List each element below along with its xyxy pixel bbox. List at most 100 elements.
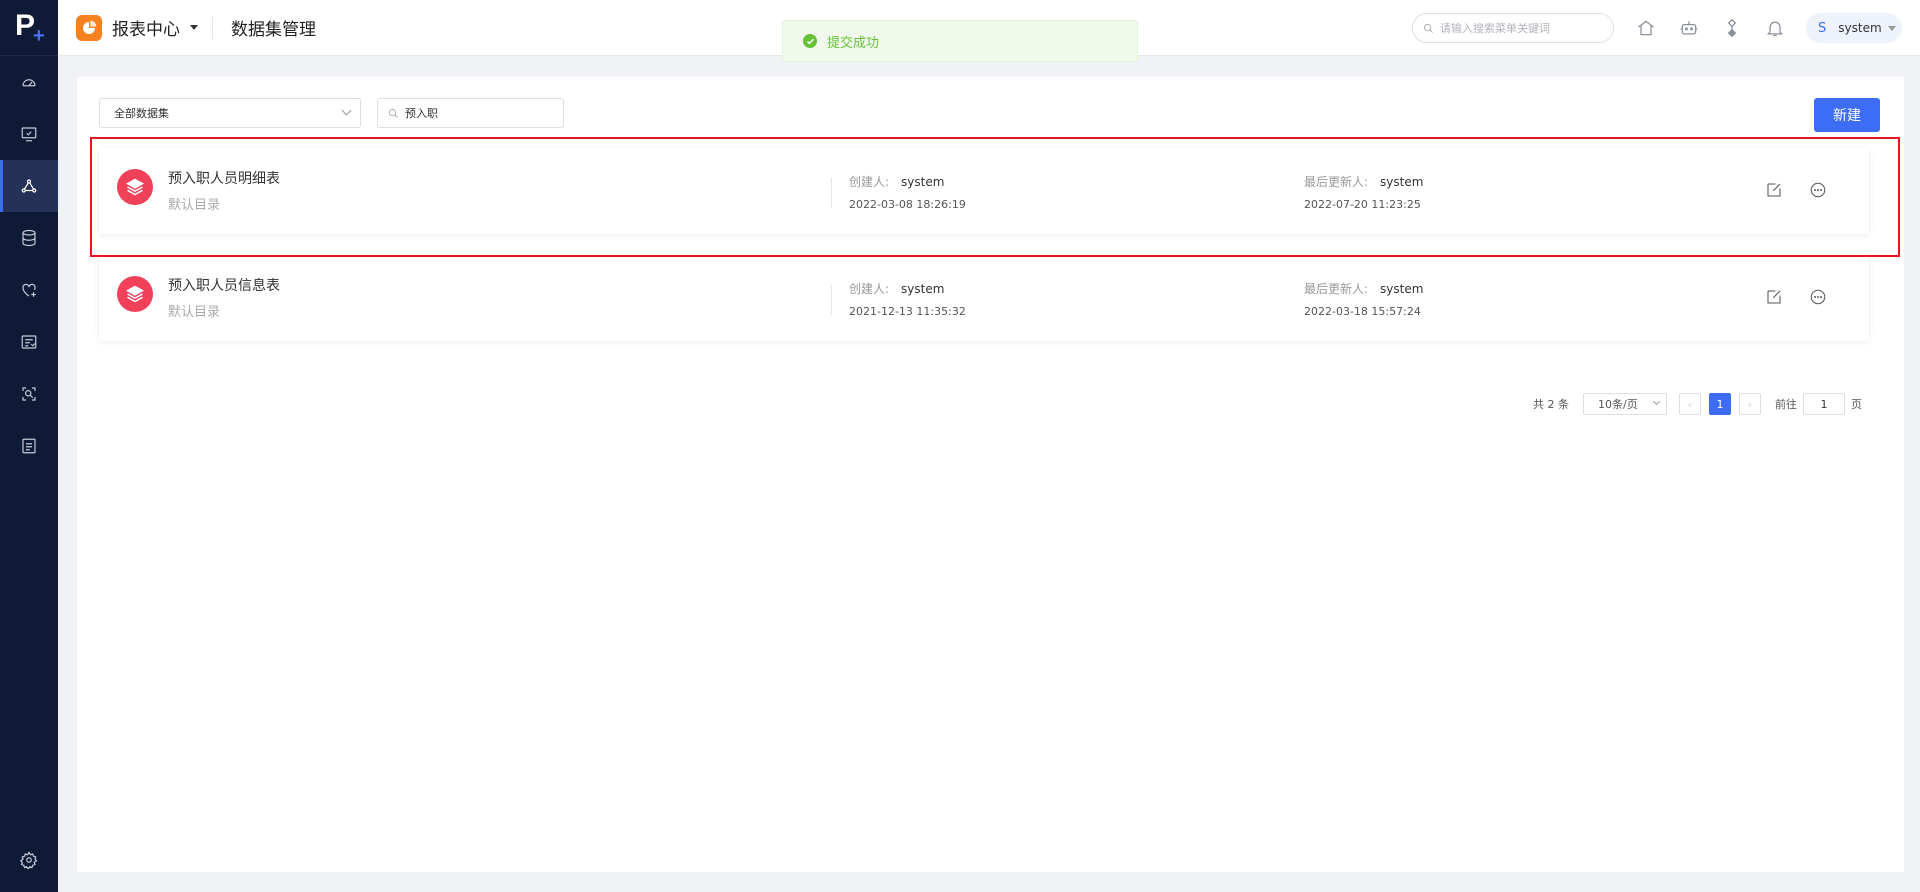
dataset-directory: 默认目录	[168, 305, 221, 320]
sidebar-item-monitor[interactable]	[0, 108, 58, 160]
notification-button[interactable]	[1764, 17, 1786, 39]
dataset-directory: 默认目录	[168, 198, 221, 213]
chevron-down-icon	[1652, 397, 1661, 406]
user-menu[interactable]: S system	[1806, 13, 1902, 43]
settings-icon	[20, 851, 38, 869]
dataset-panel: 全部数据集 新建 预入职人员明细表 默认目录 创建人: system 2022-0…	[77, 77, 1904, 872]
page-title: 数据集管理	[231, 20, 316, 40]
updater-label: 最后更新人:	[1304, 175, 1369, 189]
more-options-icon	[1810, 182, 1826, 198]
user-name: system	[1838, 21, 1882, 35]
bell-icon	[1766, 21, 1784, 37]
search-icon	[388, 108, 398, 118]
goto-page-input[interactable]	[1803, 393, 1845, 415]
robot-icon	[1680, 21, 1698, 35]
search-icon	[1423, 23, 1433, 33]
creator-label: 创建人:	[849, 282, 890, 296]
chevron-left-icon: ‹	[1687, 397, 1693, 411]
dashboard-icon	[22, 79, 36, 87]
dataset-filter-value: 全部数据集	[114, 107, 169, 120]
next-page-button[interactable]: ›	[1739, 393, 1761, 415]
created-time: 2021-12-13 11:35:32	[849, 305, 966, 318]
dataset-card[interactable]: 预入职人员明细表 默认目录 创建人: system 2022-03-08 18:2…	[99, 148, 1869, 234]
more-options-icon	[1810, 289, 1826, 305]
report-center-icon	[76, 14, 102, 41]
sidebar-item-favorites[interactable]	[0, 264, 58, 316]
app-switcher-caret-icon[interactable]	[190, 25, 198, 30]
page-size-select[interactable]: 10条/页	[1583, 393, 1667, 415]
user-caret-icon	[1887, 25, 1896, 31]
apps-diamond-icon	[1727, 18, 1737, 38]
chevron-down-icon	[341, 105, 352, 116]
more-button[interactable]	[1809, 181, 1827, 199]
pagination: 共 2 条 10条/页 ‹ 1 › 前往 页	[1533, 393, 1862, 415]
page-size-value: 10条/页	[1598, 398, 1638, 411]
more-button[interactable]	[1809, 288, 1827, 306]
dataset-name[interactable]: 预入职人员明细表	[168, 168, 280, 188]
dataset-card[interactable]: 预入职人员信息表 默认目录 创建人: system 2021-12-13 11:3…	[99, 255, 1869, 341]
menu-search[interactable]	[1412, 13, 1614, 43]
sidebar: P +	[0, 0, 58, 892]
dataset-layers-icon	[117, 276, 153, 312]
creator-info: 创建人: system	[849, 171, 944, 190]
creator-value: system	[901, 175, 945, 189]
page-number[interactable]: 1	[1709, 393, 1731, 415]
sidebar-item-settings[interactable]	[0, 834, 58, 886]
prev-page-button[interactable]: ‹	[1679, 393, 1701, 415]
monitor-icon	[21, 127, 37, 142]
goto-label: 前往	[1775, 398, 1797, 411]
dataset-node-icon	[21, 179, 37, 193]
updater-info: 最后更新人: system	[1304, 278, 1423, 297]
page-unit-label: 页	[1851, 398, 1862, 411]
report-list-icon	[21, 335, 37, 349]
updated-time: 2022-07-20 11:23:25	[1304, 198, 1421, 211]
new-dataset-button[interactable]: 新建	[1814, 98, 1880, 132]
dataset-layers-icon	[117, 169, 153, 205]
edit-icon	[1767, 183, 1781, 197]
heart-plus-icon	[22, 283, 36, 297]
creator-info: 创建人: system	[849, 278, 944, 297]
apps-button[interactable]	[1721, 17, 1743, 39]
database-icon	[22, 229, 36, 247]
dataset-filter-select[interactable]: 全部数据集	[99, 98, 361, 128]
dataset-search-input[interactable]	[405, 106, 555, 120]
header-tools: S system	[1412, 0, 1902, 56]
card-divider	[831, 178, 832, 208]
logo-mark: P +	[15, 8, 45, 47]
sidebar-item-form[interactable]	[0, 420, 58, 472]
creator-label: 创建人:	[849, 175, 890, 189]
search-inspect-icon	[22, 387, 36, 401]
avatar: S	[1818, 20, 1827, 36]
edit-button[interactable]	[1765, 181, 1783, 199]
sidebar-item-report-list[interactable]	[0, 316, 58, 368]
toast-message: 提交成功	[827, 35, 880, 51]
sidebar-item-dashboard[interactable]	[0, 56, 58, 108]
edit-icon	[1767, 290, 1781, 304]
dataset-name[interactable]: 预入职人员信息表	[168, 275, 280, 295]
sidebar-item-inspect[interactable]	[0, 368, 58, 420]
success-toast: 提交成功	[782, 20, 1138, 62]
header-divider	[212, 16, 213, 39]
success-check-icon	[803, 34, 817, 48]
sidebar-item-database[interactable]	[0, 212, 58, 264]
updater-info: 最后更新人: system	[1304, 171, 1423, 190]
menu-search-input[interactable]	[1440, 21, 1600, 35]
creator-value: system	[901, 282, 945, 296]
home-icon	[1638, 20, 1654, 36]
created-time: 2022-03-08 18:26:19	[849, 198, 966, 211]
sidebar-item-dataset[interactable]	[0, 160, 58, 212]
chevron-right-icon: ›	[1747, 397, 1753, 411]
dataset-search[interactable]	[377, 98, 564, 128]
app-logo[interactable]: P +	[0, 0, 58, 56]
app-title: 报表中心	[112, 20, 180, 40]
updated-time: 2022-03-18 15:57:24	[1304, 305, 1421, 318]
updater-value: system	[1380, 175, 1424, 189]
edit-button[interactable]	[1765, 288, 1783, 306]
card-divider	[831, 285, 832, 315]
form-icon	[22, 438, 36, 454]
pagination-total: 共 2 条	[1533, 398, 1569, 411]
home-button[interactable]	[1635, 17, 1657, 39]
updater-label: 最后更新人:	[1304, 282, 1369, 296]
robot-button[interactable]	[1678, 17, 1700, 39]
updater-value: system	[1380, 282, 1424, 296]
